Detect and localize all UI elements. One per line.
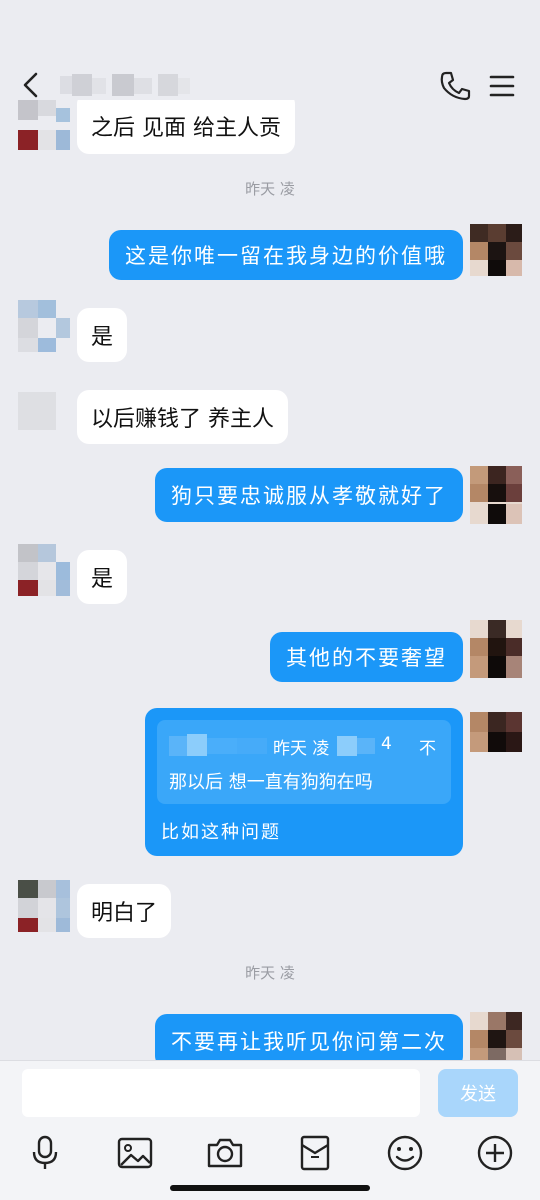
- emoji-button[interactable]: [385, 1133, 425, 1173]
- quote-sender-pixelated: [169, 734, 267, 756]
- microphone-icon: [32, 1135, 58, 1169]
- message-bubble-outgoing[interactable]: 这是你唯一留在我身边的价值哦: [109, 230, 463, 280]
- message-list[interactable]: 之后 见面 给主人贡 昨天 凌 这是你唯一留在我身边的价值哦 是 以后赚钱了 养…: [0, 100, 540, 1060]
- message-bubble-incoming[interactable]: 之后 见面 给主人贡: [77, 100, 295, 154]
- quote-more: 不: [419, 739, 436, 759]
- timestamp: 昨天 凌: [245, 964, 295, 982]
- quote-time-suffix: 4: [381, 734, 392, 754]
- phone-icon: [440, 71, 471, 101]
- my-avatar[interactable]: [470, 466, 522, 524]
- message-bubble-outgoing[interactable]: 不要再让我听见你问第二次: [155, 1014, 463, 1060]
- back-button[interactable]: [18, 70, 48, 100]
- contact-avatar[interactable]: [18, 300, 70, 352]
- my-avatar[interactable]: [470, 1012, 522, 1060]
- contact-avatar[interactable]: [18, 100, 70, 152]
- image-icon: [117, 1137, 153, 1169]
- my-avatar[interactable]: [470, 712, 522, 752]
- contact-avatar[interactable]: [18, 544, 70, 596]
- send-button[interactable]: 发送: [438, 1069, 518, 1117]
- quoted-message[interactable]: 昨天 凌 4 不 那以后 想一直有狗狗在吗: [157, 720, 451, 804]
- image-picker-button[interactable]: [115, 1133, 155, 1173]
- timestamp: 昨天 凌: [245, 180, 295, 198]
- home-indicator[interactable]: [170, 1185, 370, 1191]
- my-avatar[interactable]: [470, 620, 522, 678]
- quote-time-pixelated: [337, 736, 375, 756]
- contact-avatar[interactable]: [18, 392, 56, 430]
- hamburger-menu-icon: [489, 75, 515, 97]
- plus-circle-icon: [477, 1135, 513, 1171]
- chevron-left-icon: [23, 72, 38, 98]
- message-bubble-incoming[interactable]: 是: [77, 308, 128, 362]
- message-bubble-incoming[interactable]: 是: [77, 550, 128, 604]
- contact-avatar[interactable]: [18, 880, 70, 932]
- more-menu-button[interactable]: [488, 72, 516, 100]
- message-bubble-quote-reply[interactable]: 昨天 凌 4 不 那以后 想一直有狗狗在吗 比如这种问题: [145, 708, 463, 856]
- composer: 发送: [0, 1060, 540, 1200]
- message-bubble-outgoing[interactable]: 狗只要忠诚服从孝敬就好了: [155, 468, 463, 522]
- camera-button[interactable]: [205, 1133, 245, 1173]
- more-actions-button[interactable]: [475, 1133, 515, 1173]
- red-packet-icon: [300, 1135, 330, 1171]
- red-packet-button[interactable]: [295, 1133, 335, 1173]
- quote-time: 昨天 凌: [273, 739, 330, 759]
- message-bubble-outgoing[interactable]: 其他的不要奢望: [270, 632, 463, 682]
- reply-text: 比如这种问题: [161, 822, 281, 843]
- voice-input-button[interactable]: [25, 1133, 65, 1173]
- voice-call-button[interactable]: [438, 70, 472, 102]
- camera-icon: [207, 1138, 243, 1168]
- contact-name-pixelated: [60, 72, 210, 98]
- quoted-text: 那以后 想一直有狗狗在吗: [169, 772, 373, 793]
- quote-header: 昨天 凌 4 不: [169, 734, 449, 759]
- message-bubble-incoming[interactable]: 以后赚钱了 养主人: [77, 390, 288, 444]
- my-avatar[interactable]: [470, 224, 522, 276]
- emoji-icon: [387, 1135, 423, 1171]
- message-input[interactable]: [22, 1069, 420, 1117]
- message-bubble-incoming[interactable]: 明白了: [77, 884, 172, 938]
